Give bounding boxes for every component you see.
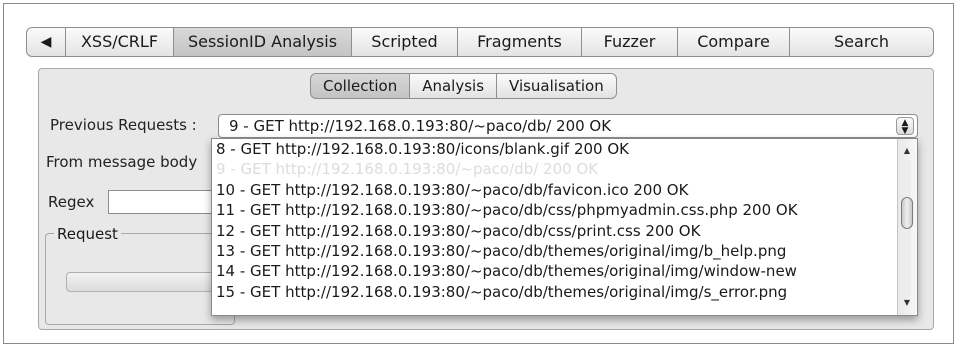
scroll-down-arrow-icon[interactable]: ▼ — [901, 297, 913, 309]
dropdown-item[interactable]: 12 - GET http://192.168.0.193:80/~paco/d… — [212, 221, 897, 241]
previous-requests-combo[interactable]: 9 - GET http://192.168.0.193:80/~paco/db… — [218, 114, 918, 138]
tab-search[interactable]: Search — [790, 27, 934, 57]
dropdown-item[interactable]: 14 - GET http://192.168.0.193:80/~paco/d… — [212, 261, 897, 281]
scrollbar-thumb[interactable] — [901, 197, 913, 229]
previous-requests-label: Previous Requests : — [50, 116, 197, 134]
scroll-up-arrow-icon[interactable]: ▲ — [901, 145, 913, 157]
previous-requests-selected: 9 - GET http://192.168.0.193:80/~paco/db… — [229, 117, 612, 135]
request-groupbox-title: Request — [54, 225, 121, 243]
dropdown-item[interactable]: 11 - GET http://192.168.0.193:80/~paco/d… — [212, 200, 897, 220]
tab-xss-crlf[interactable]: XSS/CRLF — [66, 27, 174, 57]
regex-label: Regex — [48, 193, 95, 211]
tab-scripted[interactable]: Scripted — [352, 27, 458, 57]
main-tab-strip: ◀ XSS/CRLF SessionID Analysis Scripted F… — [26, 27, 934, 57]
dropdown-item[interactable]: 8 - GET http://192.168.0.193:80/icons/bl… — [212, 139, 897, 159]
subtab-collection[interactable]: Collection — [310, 73, 411, 99]
dropdown-scrollbar[interactable]: ▲ ▼ — [897, 139, 917, 315]
tab-fuzzer[interactable]: Fuzzer — [582, 27, 678, 57]
dropdown-item[interactable]: 10 - GET http://192.168.0.193:80/~paco/d… — [212, 180, 897, 200]
tab-sessionid-analysis[interactable]: SessionID Analysis — [174, 27, 352, 57]
tab-fragments[interactable]: Fragments — [458, 27, 582, 57]
dropdown-item[interactable]: 15 - GET http://192.168.0.193:80/~paco/d… — [212, 282, 897, 302]
from-message-body-label: From message body — [46, 153, 198, 171]
subtab-analysis[interactable]: Analysis — [410, 73, 498, 99]
regex-input[interactable] — [108, 190, 218, 214]
dropdown-list: 8 - GET http://192.168.0.193:80/icons/bl… — [212, 139, 897, 302]
subtab-visualisation[interactable]: Visualisation — [497, 73, 617, 99]
previous-requests-dropdown: 8 - GET http://192.168.0.193:80/icons/bl… — [211, 138, 918, 316]
tab-scroll-left-button[interactable]: ◀ — [26, 27, 66, 57]
tab-compare[interactable]: Compare — [678, 27, 790, 57]
request-progress-bar — [66, 272, 226, 292]
combo-updown-icon[interactable]: ▲ ▼ — [896, 117, 914, 136]
dropdown-item-selected[interactable]: 9 - GET http://192.168.0.193:80/~paco/db… — [212, 159, 897, 180]
dropdown-item[interactable]: 13 - GET http://192.168.0.193:80/~paco/d… — [212, 241, 897, 261]
sub-tab-strip: Collection Analysis Visualisation — [310, 73, 617, 99]
